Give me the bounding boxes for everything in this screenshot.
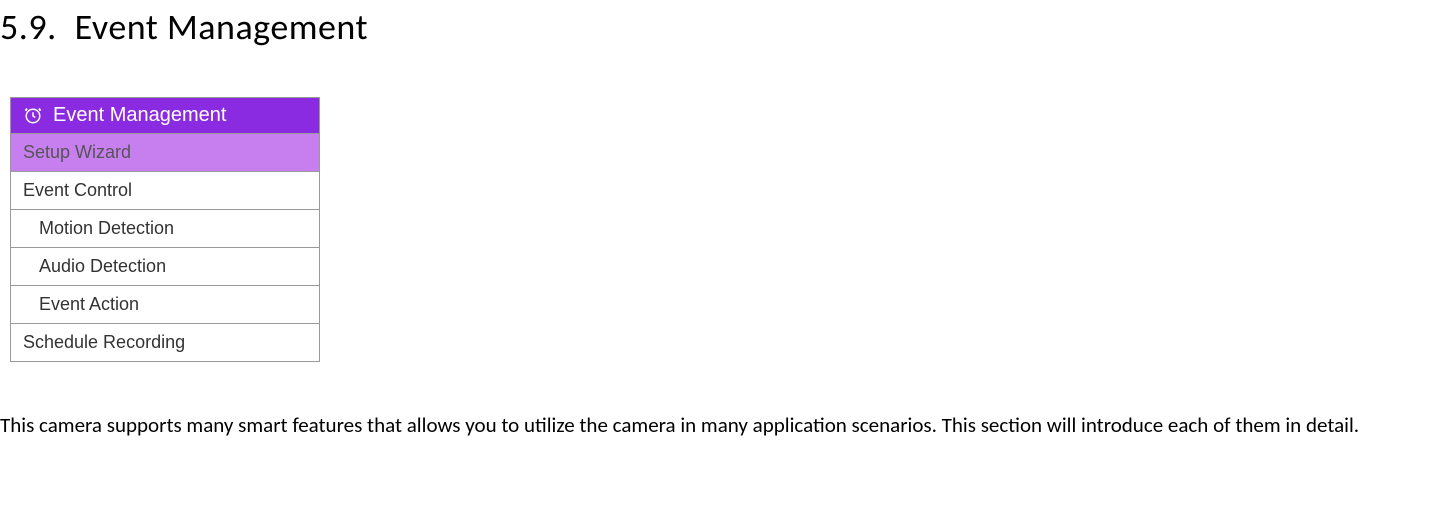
section-description: This camera supports many smart features… — [0, 410, 1437, 442]
section-heading: 5.9. Event Management — [0, 0, 1437, 49]
section-title: Event Management — [75, 5, 368, 49]
menu-item-event-control[interactable]: Event Control — [11, 171, 319, 209]
event-management-menu: Event Management Setup Wizard Event Cont… — [10, 97, 320, 362]
menu-item-schedule-recording[interactable]: Schedule Recording — [11, 323, 319, 362]
menu-item-event-action[interactable]: Event Action — [11, 285, 319, 323]
menu-item-label: Schedule Recording — [23, 332, 185, 352]
menu-item-audio-detection[interactable]: Audio Detection — [11, 247, 319, 285]
alert-clock-icon — [23, 106, 43, 126]
menu-item-setup-wizard[interactable]: Setup Wizard — [11, 133, 319, 171]
menu-header-label: Event Management — [53, 104, 226, 127]
menu-item-label: Motion Detection — [39, 218, 174, 238]
menu-item-label: Event Control — [23, 180, 132, 200]
menu-item-motion-detection[interactable]: Motion Detection — [11, 209, 319, 247]
menu-header: Event Management — [11, 98, 319, 133]
menu-item-label: Event Action — [39, 294, 139, 314]
section-number: 5.9. — [0, 5, 57, 49]
menu-item-label: Audio Detection — [39, 256, 166, 276]
menu-item-label: Setup Wizard — [23, 142, 131, 162]
